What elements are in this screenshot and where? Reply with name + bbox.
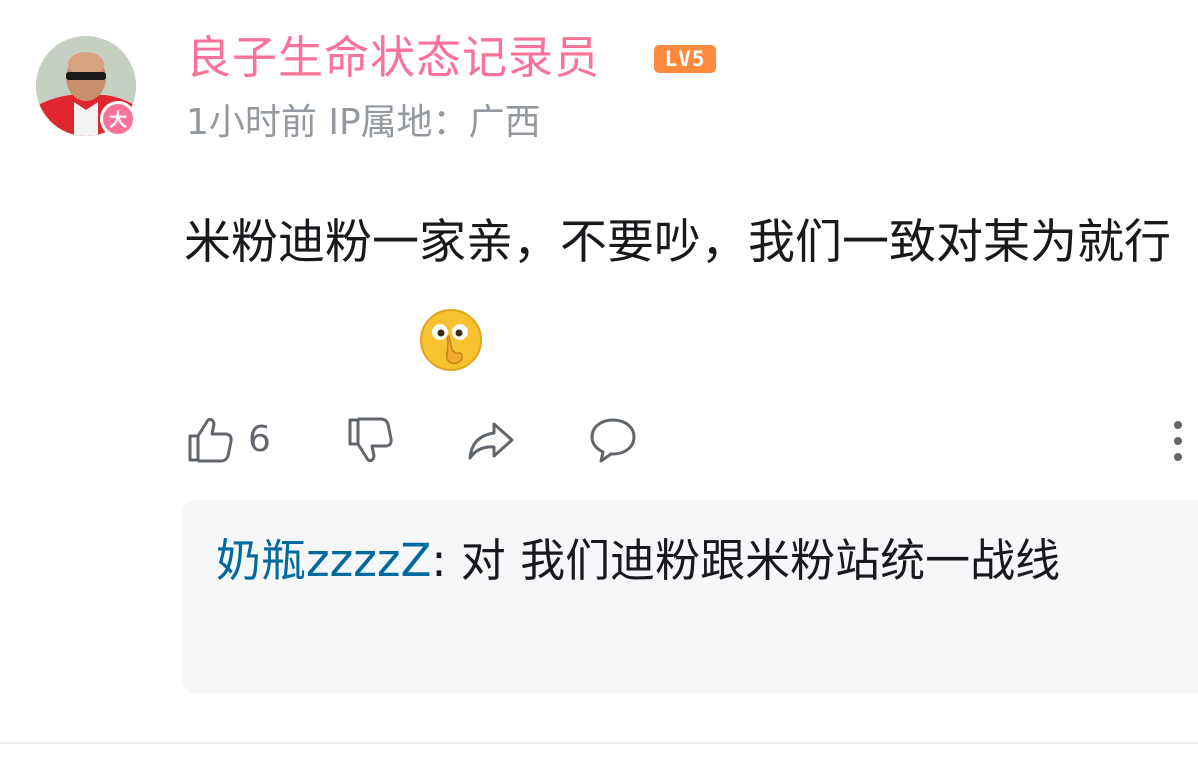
thumbs-down-icon xyxy=(348,417,393,462)
comment-icon xyxy=(590,418,636,463)
like-count: 6 xyxy=(248,419,271,460)
avatar-vip-badge: 大 xyxy=(100,101,136,137)
like-button[interactable] xyxy=(186,416,236,464)
thumbs-up-icon xyxy=(188,418,233,463)
share-button[interactable] xyxy=(466,416,516,464)
more-options-button[interactable] xyxy=(1168,418,1188,468)
comment-actions: 6 xyxy=(0,408,1198,468)
dislike-button[interactable] xyxy=(346,416,396,464)
share-icon xyxy=(468,422,514,460)
reply-username[interactable]: 奶瓶zzzzZ xyxy=(216,534,431,587)
comment-text: 米粉迪粉一家亲，不要吵，我们一致对某为就行 xyxy=(184,215,1171,270)
username[interactable]: 良子生命状态记录员 xyxy=(186,30,600,86)
reply-text: 对 我们迪粉跟米粉站统一战线 xyxy=(460,534,1061,587)
comment-meta: 1小时前 IP属地：广西 xyxy=(186,102,541,143)
more-vertical-icon xyxy=(1174,421,1182,461)
reply-separator: : xyxy=(431,534,461,587)
reply-item: 奶瓶zzzzZ: 对 我们迪粉跟米粉站统一战线 xyxy=(216,526,1176,596)
reply-preview[interactable]: 奶瓶zzzzZ: 对 我们迪粉跟米粉站统一战线 xyxy=(182,500,1198,694)
shushing-face-emoji xyxy=(418,307,484,373)
level-badge: LV5 xyxy=(654,45,716,73)
reply-button[interactable] xyxy=(588,416,638,464)
divider xyxy=(0,742,1198,744)
comment-item: 大 良子生命状态记录员 LV5 1小时前 IP属地：广西 米粉迪粉一家亲，不要吵… xyxy=(0,0,1198,759)
